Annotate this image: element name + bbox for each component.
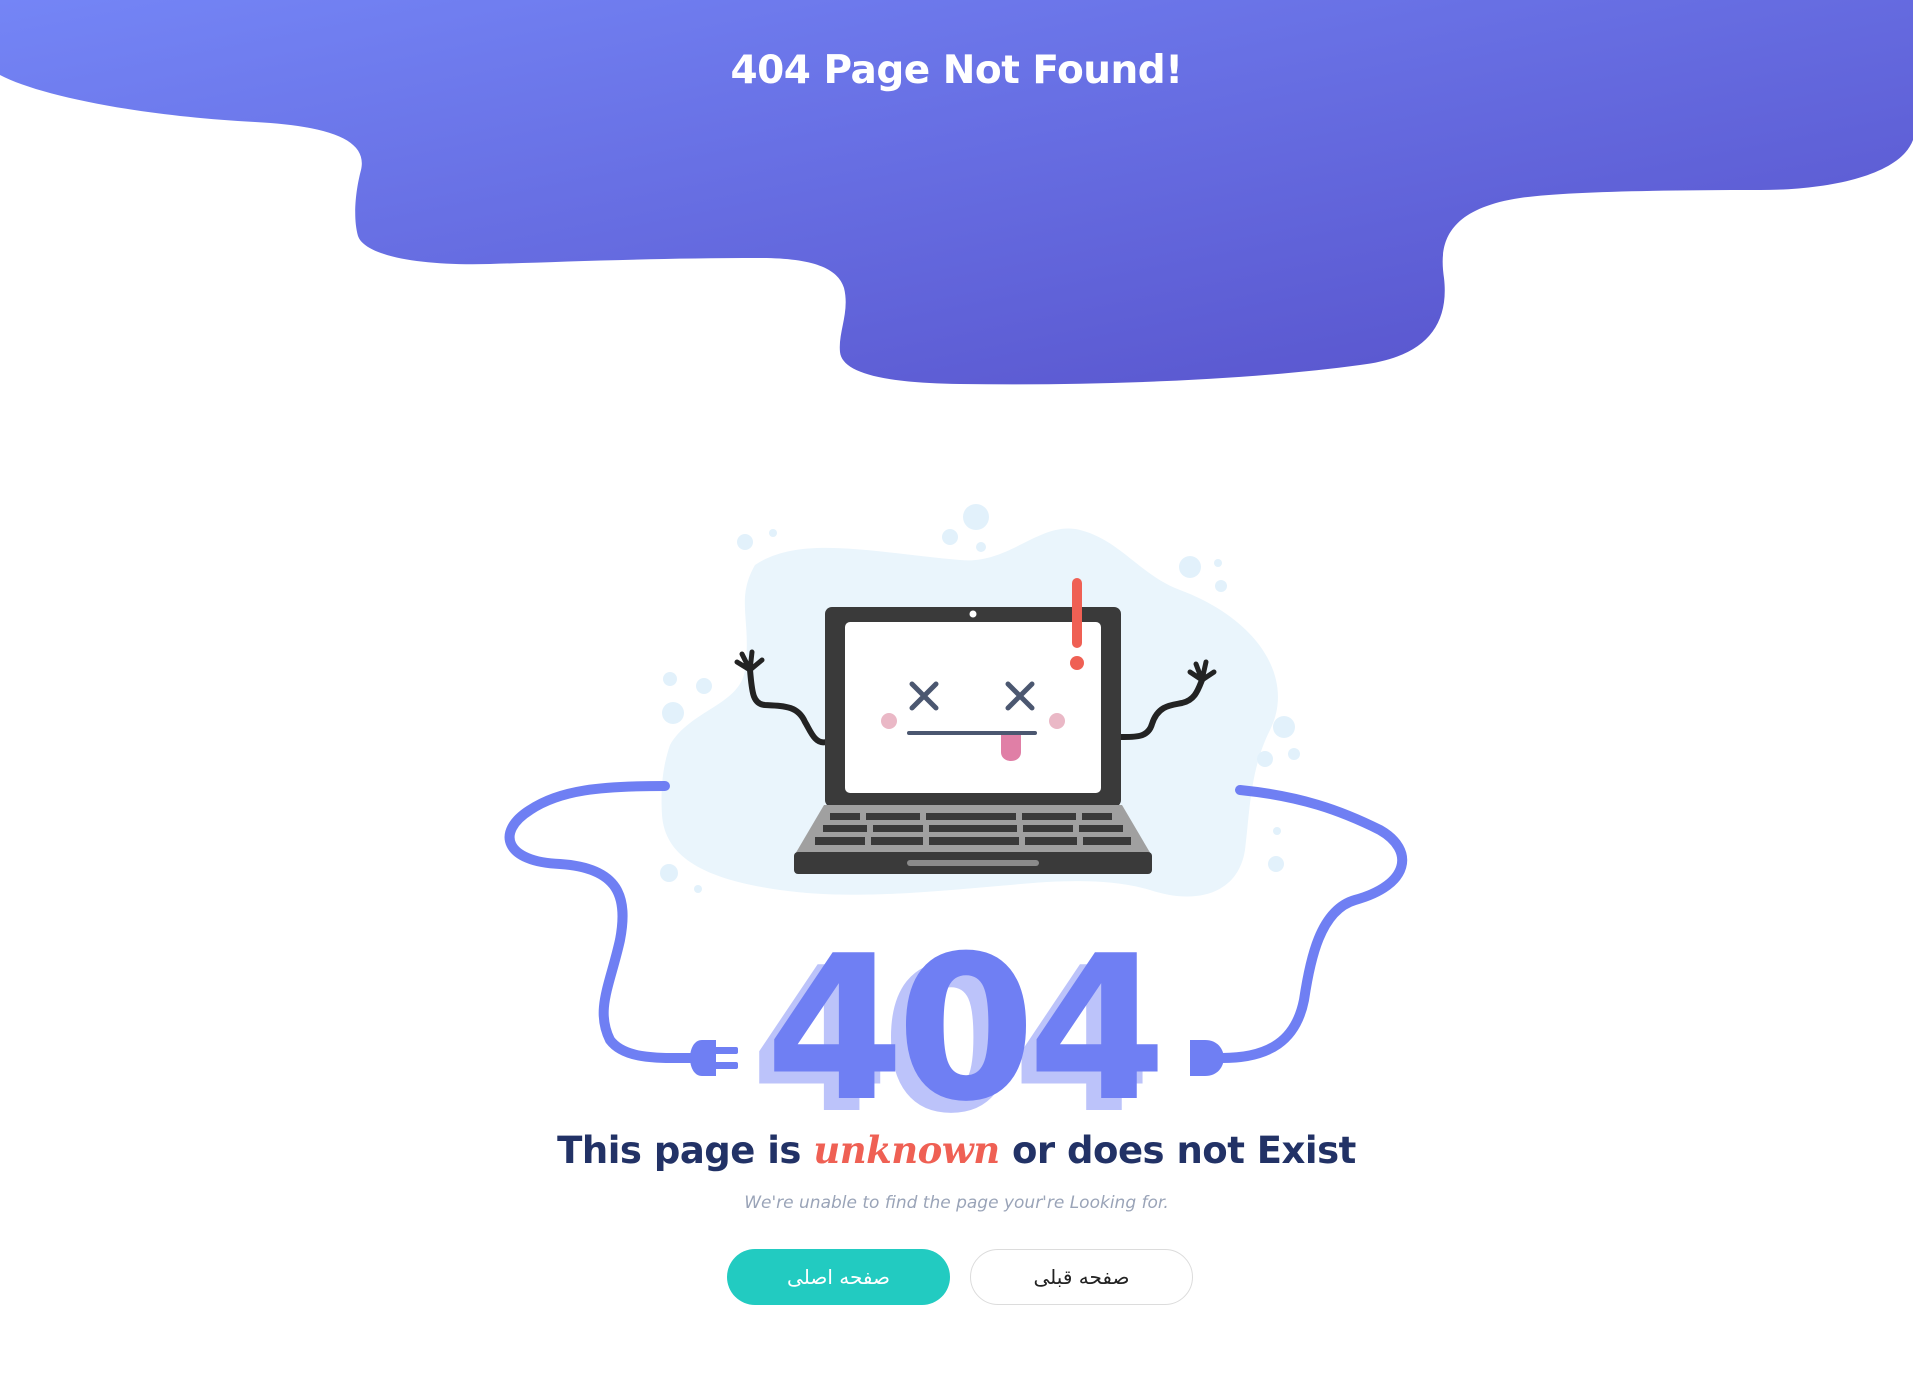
error-subtext: We're unable to find the page your're Lo… (744, 1193, 1169, 1213)
home-page-button[interactable]: صفحه اصلی (727, 1249, 950, 1305)
error-code-text: 404 (765, 913, 1158, 1130)
plug-right-icon (1190, 1040, 1224, 1076)
error-headline: This page is unknown or does not Exist (0, 1128, 1913, 1172)
headline-part2: or does not Exist (999, 1129, 1356, 1172)
headline-emphasis: unknown (813, 1128, 1000, 1172)
plug-left-icon (690, 1040, 738, 1076)
right-cable (1217, 785, 1408, 1063)
previous-page-button[interactable]: صفحه قبلی (970, 1249, 1193, 1305)
page-title: 404 Page Not Found! (730, 48, 1183, 93)
broken-laptop-illustration: 404 404 (504, 504, 1408, 1130)
headline-part1: This page is (557, 1129, 814, 1172)
laptop-icon (794, 607, 1152, 874)
